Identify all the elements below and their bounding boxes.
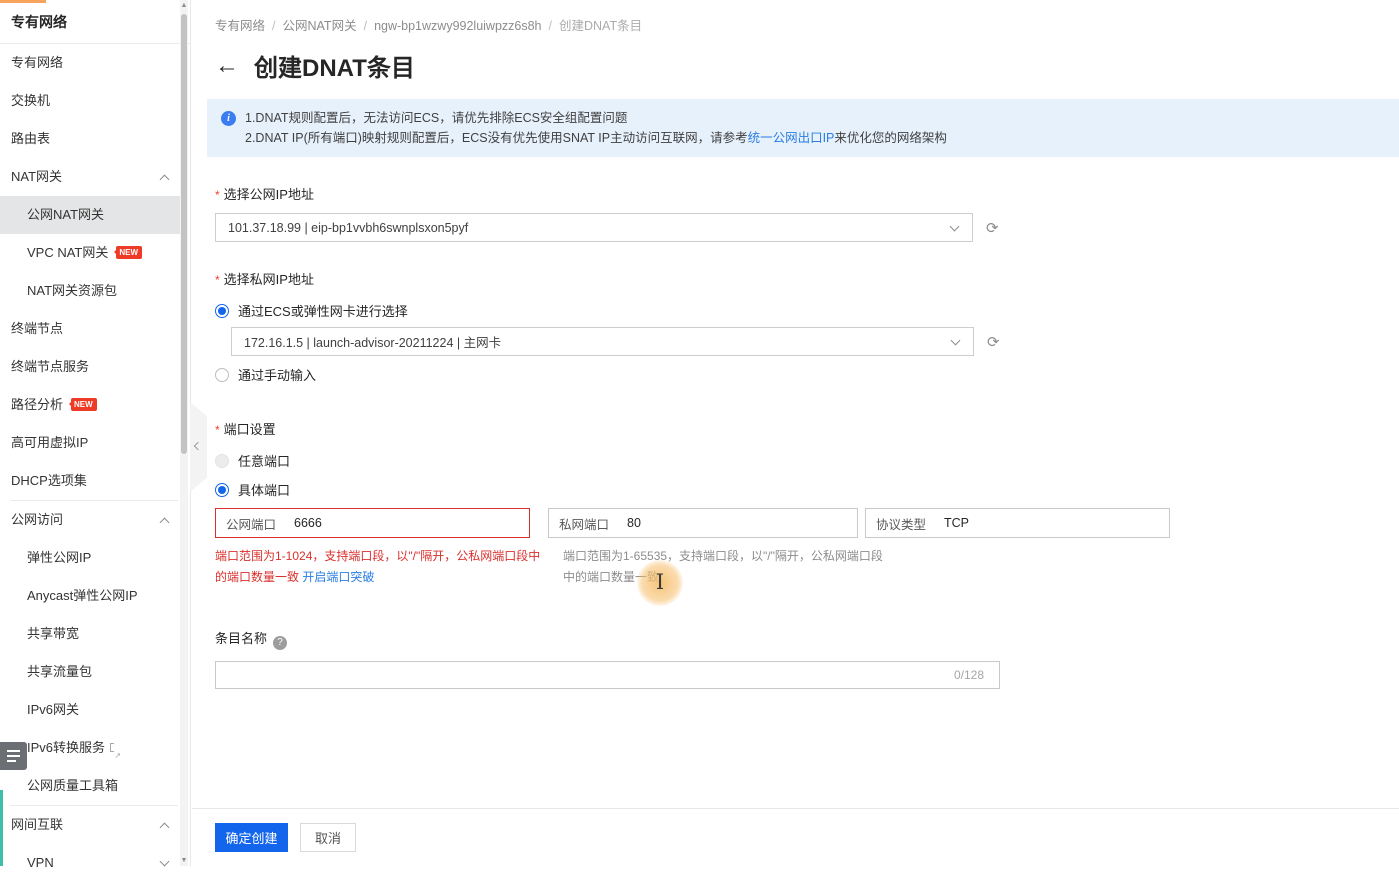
sidebar-item-network-quality-toolbox[interactable]: 公网质量工具箱 [0, 767, 190, 805]
radio-checked-icon [215, 483, 229, 497]
info-icon: i [221, 111, 236, 126]
banner-line-2: 2.DNAT IP(所有端口)映射规则配置后，ECS没有优先使用SNAT IP主… [245, 128, 1385, 148]
sidebar-collapse-handle[interactable] [190, 402, 207, 492]
chevron-down-icon [951, 336, 961, 346]
radio-any-port[interactable]: 任意端口 [215, 451, 1399, 470]
sidebar-item-ha-vip[interactable]: 高可用虚拟IP [0, 424, 190, 462]
breadcrumb-public-nat[interactable]: 公网NAT网关 [283, 19, 357, 33]
sidebar-item-anycast-eip[interactable]: Anycast弹性公网IP [0, 577, 190, 615]
chevron-down-icon [160, 857, 170, 867]
breadcrumb-current: 创建DNAT条目 [559, 19, 642, 33]
protocol-select[interactable]: 协议类型 TCP [865, 508, 1170, 538]
radio-checked-icon [215, 304, 229, 318]
external-link-icon [110, 743, 119, 752]
radio-select-by-ecs[interactable]: 通过ECS或弹性网卡进行选择 [215, 301, 1399, 320]
private-ip-label: *选择私网IP地址 [215, 269, 1399, 288]
public-ip-select[interactable]: 101.37.18.99 | eip-bp1vvbh6swnplsxon5pyf [215, 213, 973, 242]
help-icon[interactable]: ? [273, 636, 287, 650]
unified-egress-ip-link[interactable]: 统一公网出口IP [748, 131, 835, 145]
private-port-input[interactable]: 私网端口 80 [548, 508, 858, 538]
sidebar-title: 专有网络 [0, 0, 190, 44]
new-badge: NEW [116, 246, 142, 259]
cancel-button[interactable]: 取消 [300, 823, 356, 852]
sidebar-group-inter-network[interactable]: 网间互联 [0, 806, 190, 844]
sidebar-item-vpn[interactable]: VPN [0, 844, 190, 882]
sidebar-group-public-access[interactable]: 公网访问 [0, 501, 190, 539]
sidebar-nav: 专有网络 交换机 路由表 NAT网关 公网NAT网关 VPC NAT网关NEW … [0, 44, 190, 882]
sidebar-item-vswitch[interactable]: 交换机 [0, 82, 190, 120]
chevron-left-icon [194, 442, 202, 450]
char-counter: 0/128 [954, 668, 984, 682]
public-port-error: 端口范围为1-1024，支持端口段，以"/"隔开，公私网端口段中的端口数量一致 … [215, 546, 548, 588]
chevron-up-icon [160, 823, 170, 833]
task-list-button[interactable] [0, 742, 27, 770]
loading-bar [0, 0, 46, 3]
breadcrumb-gateway-id[interactable]: ngw-bp1wzwy992luiwpzz6s8h [374, 19, 541, 33]
public-ip-value: 101.37.18.99 | eip-bp1vvbh6swnplsxon5pyf [228, 221, 468, 235]
sidebar-item-data-transfer-plan[interactable]: 共享流量包 [0, 653, 190, 691]
public-ip-label: *选择公网IP地址 [215, 184, 1399, 203]
radio-manual-input[interactable]: 通过手动输入 [215, 365, 1399, 384]
sidebar-item-ipv6-translation[interactable]: IPv6转换服务 [0, 729, 190, 767]
entry-name-label: 条目名称? [215, 628, 1399, 650]
port-settings-label: *端口设置 [215, 419, 1399, 438]
back-button[interactable]: ← [215, 54, 239, 78]
sidebar-item-route-table[interactable]: 路由表 [0, 120, 190, 158]
sidebar-item-endpoint[interactable]: 终端节点 [0, 310, 190, 348]
page-title: 创建DNAT条目 [254, 48, 415, 83]
scroll-down-icon[interactable]: ▼ [180, 857, 188, 864]
refresh-icon[interactable]: ⟳ [987, 333, 1000, 351]
refresh-icon[interactable]: ⟳ [986, 219, 999, 237]
private-ip-select[interactable]: 172.16.1.5 | launch-advisor-20211224 | 主… [231, 327, 974, 356]
scrollbar-thumb[interactable] [181, 14, 187, 454]
scroll-up-icon[interactable]: ▲ [180, 2, 188, 9]
radio-unchecked-icon [215, 454, 229, 468]
sidebar: 专有网络 专有网络 交换机 路由表 NAT网关 公网NAT网关 VPC NAT网… [0, 0, 191, 866]
chevron-up-icon [160, 175, 170, 185]
private-ip-value: 172.16.1.5 | launch-advisor-20211224 | 主… [244, 332, 501, 351]
enable-port-breakthrough-link[interactable]: 开启端口突破 [302, 570, 374, 584]
chevron-up-icon [160, 518, 170, 528]
sidebar-item-path-analysis[interactable]: 路径分析NEW [0, 386, 190, 424]
info-banner: i 1.DNAT规则配置后，无法访问ECS，请优先排除ECS安全组配置问题 2.… [207, 99, 1399, 157]
radio-specific-port[interactable]: 具体端口 [215, 480, 1399, 499]
breadcrumb-vpc[interactable]: 专有网络 [215, 19, 265, 33]
sidebar-item-shared-bandwidth[interactable]: 共享带宽 [0, 615, 190, 653]
banner-line-1: 1.DNAT规则配置后，无法访问ECS，请优先排除ECS安全组配置问题 [245, 108, 1385, 128]
form-footer: 确定创建 取消 [192, 808, 1399, 866]
sidebar-item-nat-resource-pack[interactable]: NAT网关资源包 [0, 272, 190, 310]
sidebar-item-endpoint-service[interactable]: 终端节点服务 [0, 348, 190, 386]
dnat-form: *选择公网IP地址 101.37.18.99 | eip-bp1vvbh6swn… [192, 184, 1399, 689]
private-port-help: 端口范围为1-65535，支持端口段，以"/"隔开，公私网端口段中的端口数量一致 [563, 546, 883, 588]
sidebar-item-vpc-nat-gateway[interactable]: VPC NAT网关NEW [0, 234, 190, 272]
radio-unchecked-icon [215, 368, 229, 382]
confirm-create-button[interactable]: 确定创建 [215, 823, 288, 852]
teal-accent-bar [0, 790, 3, 866]
public-port-input[interactable]: 公网端口 6666 [215, 508, 530, 538]
sidebar-item-vpc[interactable]: 专有网络 [0, 44, 190, 82]
sidebar-item-eip[interactable]: 弹性公网IP [0, 539, 190, 577]
entry-name-input[interactable]: 0/128 [215, 661, 1000, 689]
sidebar-item-dhcp-options[interactable]: DHCP选项集 [0, 462, 190, 500]
breadcrumb: 专有网络/公网NAT网关/ngw-bp1wzwy992luiwpzz6s8h/创… [192, 0, 1399, 34]
sidebar-group-nat-gateway[interactable]: NAT网关 [0, 158, 190, 196]
chevron-down-icon [950, 222, 960, 232]
sidebar-item-ipv6-gateway[interactable]: IPv6网关 [0, 691, 190, 729]
main-content: 专有网络/公网NAT网关/ngw-bp1wzwy992luiwpzz6s8h/创… [192, 0, 1399, 866]
new-badge: NEW [71, 398, 97, 411]
sidebar-scrollbar[interactable]: ▲ ▼ [180, 0, 188, 866]
sidebar-item-public-nat-gateway[interactable]: 公网NAT网关 [0, 196, 181, 234]
